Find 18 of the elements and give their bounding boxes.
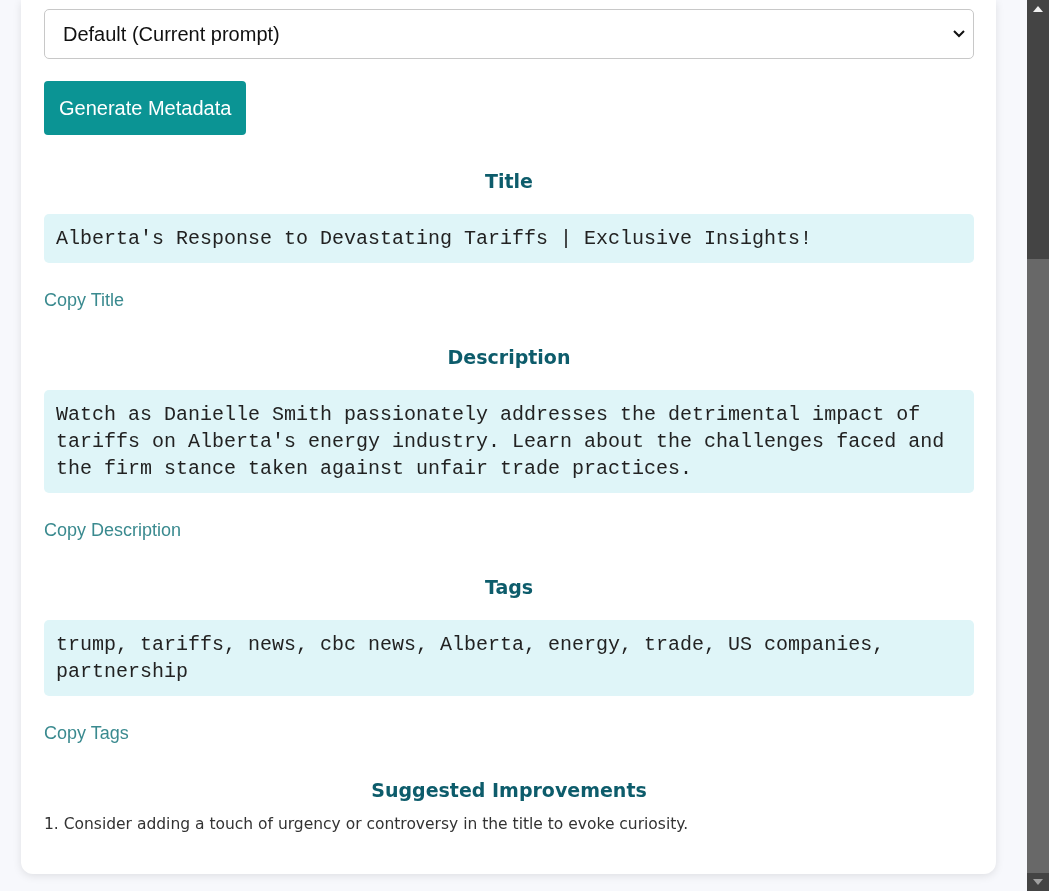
scroll-up-icon[interactable] bbox=[1033, 6, 1043, 12]
section-heading: Description bbox=[446, 345, 572, 369]
copy-link[interactable]: Copy Tags bbox=[44, 722, 129, 744]
chevron-down-icon bbox=[953, 30, 965, 38]
output-text: Alberta's Response to Devastating Tariffs | Exclusive Insights! bbox=[44, 214, 974, 263]
output-text: trump, tariffs, news, cbc news, Alberta, energy, trade, US companies, partnership bbox=[44, 620, 974, 696]
section-heading: Suggested Improvements bbox=[370, 778, 648, 802]
copy-link[interactable]: Copy Description bbox=[44, 519, 182, 541]
scrollbar[interactable] bbox=[1027, 0, 1049, 891]
prompt-select[interactable]: Default (Current prompt) bbox=[44, 9, 974, 59]
generate-button[interactable]: Generate Metadata bbox=[44, 81, 247, 135]
scroll-thumb[interactable] bbox=[1027, 259, 1049, 873]
improvement-text: 1. Consider adding a touch of urgency or controversy in the title to evoke curiosity. bbox=[44, 814, 690, 835]
copy-link[interactable]: Copy Title bbox=[44, 289, 125, 311]
output-text: Watch as Danielle Smith passionately addresses the detrimental impact of tariffs on Alberta's energy industry. Learn about the challenges faced and the firm stance taken against unfair trade practices. bbox=[44, 390, 974, 493]
section-heading: Tags bbox=[483, 575, 535, 599]
scroll-down-icon[interactable] bbox=[1033, 879, 1043, 885]
section-heading: Title bbox=[484, 169, 534, 193]
